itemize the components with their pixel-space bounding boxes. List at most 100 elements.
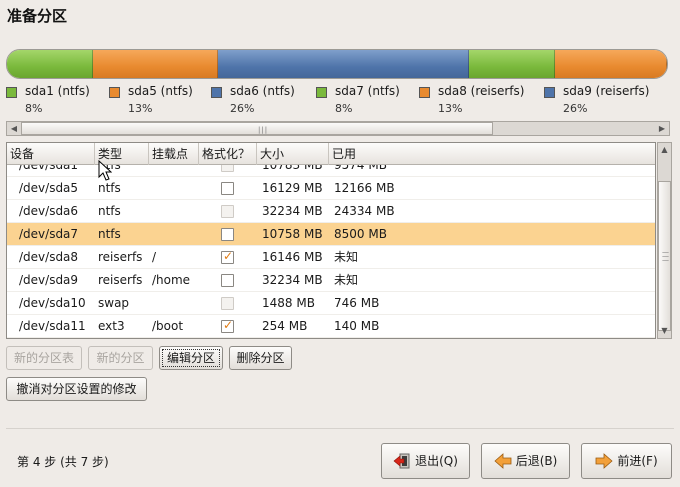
cell-size: 1488 MB [262,296,315,310]
delete-partition-button[interactable]: 删除分区 [229,346,292,370]
table-row[interactable]: /dev/sda9 reiserfs/home 32234 MB 未知 [7,269,655,292]
legend-label: sda8 (reiserfs) [438,84,525,98]
step-indicator: 第 4 步 (共 7 步) [17,455,109,469]
partition-segment-sda5 [92,50,219,78]
legend-percent: 8% [25,102,43,115]
forward-label: 前进(F) [617,454,658,468]
cell-size: 10758 MB [262,227,323,241]
scroll-up-arrow-icon[interactable]: ▲ [658,143,671,157]
cell-device: /dev/sda7 [19,227,79,241]
cell-type: swap [98,296,130,310]
scroll-left-arrow-icon[interactable]: ◀ [7,122,21,135]
footer-divider [6,428,674,429]
cell-type: ntfs [98,227,121,241]
page-title: 准备分区 [7,7,68,25]
table-vertical-scrollbar[interactable]: ▲ — — — ▼ [657,142,672,339]
legend-swatch [109,87,120,98]
cell-type: ext3 [98,319,125,333]
cell-used: 746 MB [334,296,380,310]
cell-used: 9574 MB [334,165,387,172]
cell-device: /dev/sda9 [19,273,79,287]
legend-swatch [419,87,430,98]
column-header-mount[interactable]: 挂载点 [149,143,199,165]
cell-used: 未知 [334,250,359,264]
partition-legend: sda1 (ntfs) 8% sda5 (ntfs) 13% sda6 (ntfs) 26… [6,84,662,120]
column-header-used[interactable]: 已用 [329,143,655,165]
quit-button[interactable]: 退出(Q) [381,443,470,479]
cell-type: ntfs [98,204,121,218]
cell-device: /dev/sda8 [19,250,79,264]
cell-mount: / [152,250,157,264]
scroll-grip-icon: — — — [662,248,669,264]
undo-partition-changes-button[interactable]: 撤消对分区设置的修改 [6,377,147,401]
column-header-device[interactable]: 设备 [7,143,95,165]
column-header-format[interactable]: 格式化？ [199,143,257,165]
scrollbar-thumb[interactable]: — — — [658,181,671,331]
legend-swatch [316,87,327,98]
legend-percent: 13% [128,102,153,115]
back-button[interactable]: 后退(B) [481,443,570,479]
back-label: 后退(B) [515,454,558,468]
checkmark-icon: ✓ [223,249,234,263]
legend-horizontal-scrollbar[interactable]: ◀ ||| ▶ [6,121,670,136]
partition-segment-sda8 [554,50,667,78]
table-row[interactable]: /dev/sda10 swap 1488 MB 746 MB [7,292,655,315]
format-checkbox[interactable]: ✓ [221,318,234,333]
scroll-right-arrow-icon[interactable]: ▶ [655,122,669,135]
cell-size: 16129 MB [262,181,323,195]
mouse-cursor-icon [98,160,112,181]
partition-segment-sda1 [7,50,93,78]
partition-bar [6,49,668,79]
edit-partition-button[interactable]: 编辑分区 [159,346,223,370]
new-partition-table-button[interactable]: 新的分区表 [6,346,82,370]
legend-label: sda5 (ntfs) [128,84,193,98]
scroll-grip-icon: ||| [258,126,269,134]
new-partition-button[interactable]: 新的分区 [88,346,153,370]
legend-percent: 8% [335,102,353,115]
cell-used: 未知 [334,273,359,287]
cell-device: /dev/sda6 [19,204,79,218]
format-checkbox [221,165,234,172]
cell-type: reiserfs [98,250,143,264]
table-row[interactable]: /dev/sda6 ntfs 32234 MB 24334 MB [7,200,655,223]
legend-label: sda6 (ntfs) [230,84,295,98]
scroll-down-arrow-icon[interactable]: ▼ [658,324,671,338]
legend-label: sda7 (ntfs) [335,84,400,98]
cell-device: /dev/sda10 [19,296,86,310]
cell-used: 140 MB [334,319,380,333]
format-checkbox[interactable] [221,182,234,195]
cell-device: /dev/sda1 [19,165,79,172]
format-checkbox[interactable] [221,228,234,241]
column-header-size[interactable]: 大小 [257,143,329,165]
forward-button[interactable]: 前进(F) [581,443,672,479]
table-row[interactable]: /dev/sda11 ext3/boot 254 MB 140 MB ✓ [7,315,655,338]
legend-percent: 26% [563,102,588,115]
arrow-left-icon [494,452,512,469]
legend-swatch [211,87,222,98]
legend-percent: 26% [230,102,255,115]
table-row[interactable]: /dev/sda7 ntfs 10758 MB 8500 MB [7,223,655,246]
cell-size: 16146 MB [262,250,323,264]
checkmark-icon: ✓ [223,318,234,332]
format-checkbox [221,297,234,310]
cell-used: 24334 MB [334,204,395,218]
table-row[interactable]: /dev/sda8 reiserfs / 16146 MB 未知 ✓ [7,246,655,269]
cell-used: 8500 MB [334,227,387,241]
quit-icon [393,453,410,468]
cell-device: /dev/sda5 [19,181,79,195]
quit-label: 退出(Q) [415,454,458,468]
cell-device: /dev/sda11 [19,319,86,333]
partition-segment-sda6 [218,50,469,78]
format-checkbox[interactable]: ✓ [221,249,234,264]
cell-size: 32234 MB [262,204,323,218]
cell-mount: /boot [152,319,184,333]
scrollbar-thumb[interactable]: ||| [21,122,493,135]
format-checkbox[interactable] [221,274,234,287]
cell-used: 12166 MB [334,181,395,195]
arrow-right-icon [595,452,613,469]
legend-swatch [544,87,555,98]
cell-type: reiserfs [98,273,143,287]
legend-percent: 13% [438,102,463,115]
cell-size: 10783 MB [262,165,323,172]
legend-label: sda9 (reiserfs) [563,84,650,98]
